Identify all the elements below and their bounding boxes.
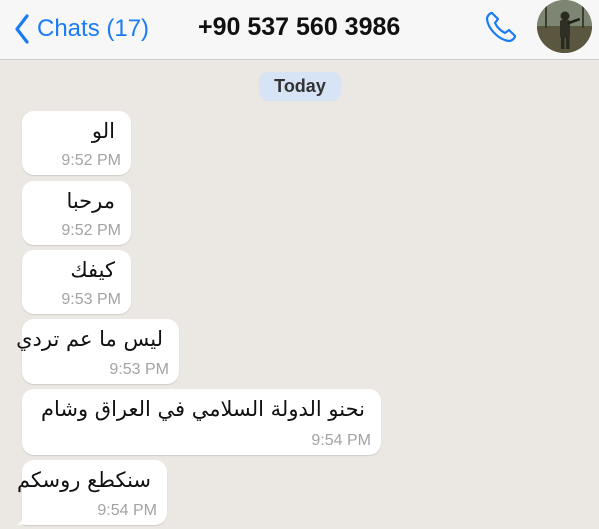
message-bubble[interactable]: سنكطع روسكم 9:54 PM	[17, 460, 167, 525]
message-text: الو	[91, 119, 115, 143]
message-time: 9:54 PM	[97, 502, 157, 519]
message-text: سنكطع روسكم	[16, 468, 151, 492]
message-bubble[interactable]: ليس ما عم تردي 9:53 PM	[16, 319, 179, 384]
message-text: مرحبا	[66, 189, 115, 213]
chevron-left-icon	[15, 14, 29, 44]
message-bubble[interactable]: مرحبا 9:52 PM	[22, 181, 131, 245]
message-time: 9:53 PM	[61, 291, 121, 308]
message-text: ليس ما عم تردي	[16, 327, 163, 351]
back-label: Chats (17)	[37, 15, 150, 42]
message-bubble[interactable]: نحنو الدولة السلامي في العراق وشام 9:54 …	[22, 389, 381, 455]
message-time: 9:53 PM	[109, 361, 169, 378]
contact-phone-title[interactable]: +90 537 560 3986	[198, 13, 400, 42]
message-time: 9:52 PM	[61, 152, 121, 169]
message-text: نحنو الدولة السلامي في العراق وشام	[40, 397, 365, 421]
avatar-photo	[537, 0, 592, 53]
message-time: 9:54 PM	[311, 432, 371, 449]
message-text: كيفك	[70, 258, 115, 282]
phone-icon[interactable]	[483, 9, 519, 45]
contact-avatar[interactable]	[537, 0, 592, 53]
bubble-tail	[16, 512, 28, 525]
message-bubble[interactable]: كيفك 9:53 PM	[22, 250, 131, 314]
day-separator: Today	[259, 72, 341, 101]
message-time: 9:52 PM	[61, 222, 121, 239]
back-to-chats-button[interactable]: Chats (17)	[14, 11, 149, 47]
message-bubble[interactable]: الو 9:52 PM	[22, 111, 131, 175]
chat-header: Chats (17) +90 537 560 3986	[0, 0, 599, 60]
